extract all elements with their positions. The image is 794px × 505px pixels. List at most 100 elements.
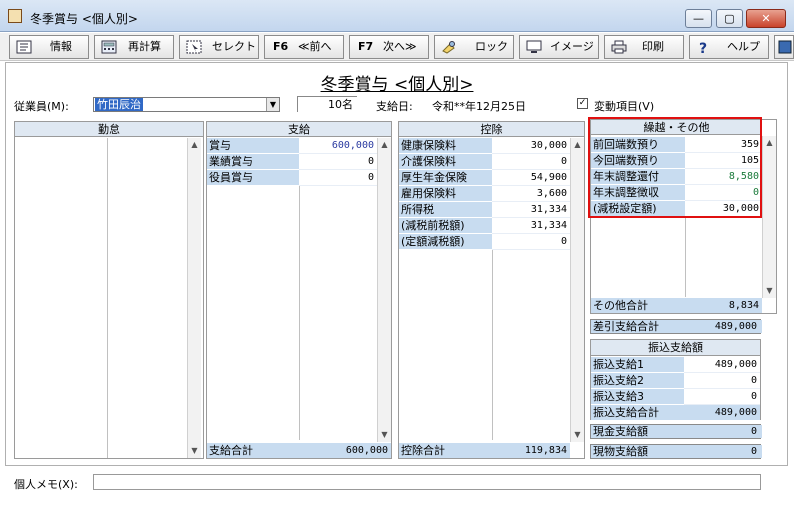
highlight-box — [588, 117, 762, 218]
app-icon — [8, 9, 22, 23]
scroll-down-icon[interactable]: ▼ — [378, 428, 391, 442]
employee-value: 竹田辰治 — [95, 98, 143, 111]
lock-icon — [442, 41, 455, 54]
transfer-row[interactable]: 振込支給3 0 — [591, 389, 760, 405]
carryover-scrollbar[interactable]: ▲ ▼ — [762, 136, 776, 298]
page-title: 冬季賞与 <個人別> — [320, 75, 474, 95]
help-button[interactable]: ? ヘルプ — [689, 35, 769, 59]
deduction-row[interactable]: (定額減税額) 0 — [399, 234, 570, 250]
select-button[interactable]: セレクト — [179, 35, 259, 59]
close-button[interactable]: ✕ — [746, 9, 786, 28]
attendance-header: 勤怠 — [15, 122, 203, 137]
pay-panel: 支給 賞与 600,000 業績賞与 0 役員賞与 0 ▲ ▼ 支給合計 600… — [206, 121, 392, 459]
pay-total-label: 支給合計 — [209, 444, 253, 457]
deduction-row[interactable]: 介護保険料 0 — [399, 154, 570, 170]
payday-label: 支給日: — [376, 100, 413, 113]
other-total-label: その他合計 — [593, 299, 648, 312]
transfer-total-row: 振込支給合計 489,000 — [591, 405, 760, 421]
cash-value: 0 — [750, 426, 757, 437]
help-icon: ? — [699, 41, 707, 54]
monitor-icon — [526, 40, 542, 53]
payday-value: 令和**年12月25日 — [432, 100, 526, 113]
next-label: 次へ≫ — [383, 40, 417, 53]
deduction-row[interactable]: (減税前税額) 31,334 — [399, 218, 570, 234]
window-title: 冬季賞与 <個人別> — [30, 12, 138, 26]
minimize-button[interactable]: — — [685, 9, 712, 28]
scroll-down-icon[interactable]: ▼ — [188, 444, 201, 458]
image-button[interactable]: イメージ — [519, 35, 599, 59]
scroll-down-icon[interactable]: ▼ — [571, 428, 584, 442]
goods-value: 0 — [750, 446, 757, 457]
net-total-value: 489,000 — [714, 321, 757, 332]
info-label: 情報 — [50, 40, 72, 53]
goods-label: 現物支給額 — [591, 445, 762, 458]
info-button[interactable]: 情報 — [9, 35, 89, 59]
memo-label: 個人メモ(X): — [14, 478, 78, 491]
employee-select[interactable]: 竹田辰治 ▼ — [93, 97, 280, 112]
deduction-row[interactable]: 厚生年金保険 54,900 — [399, 170, 570, 186]
pay-row[interactable]: 役員賞与 0 — [207, 170, 377, 186]
pay-total-row: 支給合計 600,000 — [207, 443, 391, 458]
pay-row[interactable]: 業績賞与 0 — [207, 154, 377, 170]
svg-text:?: ? — [699, 41, 707, 54]
f7-key: F7 — [358, 40, 374, 53]
variable-label: 変動項目(V) — [594, 100, 655, 113]
f6-key: F6 — [273, 40, 289, 53]
scroll-up-icon[interactable]: ▲ — [188, 138, 201, 152]
transfer-panel: 振込支給額 振込支給1 489,000 振込支給2 0 振込支給3 0 振込支給… — [590, 339, 761, 421]
pay-total-value: 600,000 — [345, 445, 388, 456]
employee-label: 従業員(M): — [14, 100, 69, 113]
recalc-label: 再計算 — [128, 40, 161, 53]
info-icon — [16, 40, 32, 54]
employee-count: 10名 — [297, 96, 357, 112]
other-total-value: 8,834 — [728, 300, 759, 311]
next-button[interactable]: F7 次へ≫ — [349, 35, 429, 59]
deduction-panel: 控除 健康保険料 30,000 介護保険料 0 厚生年金保険 54,900 雇用… — [398, 121, 585, 459]
deduction-header: 控除 — [399, 122, 584, 137]
transfer-header: 振込支給額 — [591, 340, 760, 356]
deduction-total-value: 119,834 — [524, 445, 567, 456]
recalc-button[interactable]: 再計算 — [94, 35, 174, 59]
print-label: 印刷 — [642, 40, 664, 53]
other-total-row: その他合計 8,834 — [591, 298, 762, 313]
cash-label: 現金支給額 — [591, 425, 762, 438]
deduction-row[interactable]: 所得税 31,334 — [399, 202, 570, 218]
transfer-row[interactable]: 振込支給2 0 — [591, 373, 760, 389]
memo-input[interactable] — [93, 474, 761, 490]
variable-checkbox[interactable]: ✓ — [577, 98, 588, 109]
lock-label: ロック — [475, 40, 508, 53]
toolbar: 情報 再計算 セレクト F6 ≪前へ F7 次へ≫ ロック イメージ 印刷 ? … — [0, 33, 794, 61]
deduction-row[interactable]: 健康保険料 30,000 — [399, 138, 570, 154]
deduction-scrollbar[interactable]: ▲ ▼ — [570, 138, 584, 442]
prev-label: ≪前へ — [298, 40, 332, 53]
extra-toolbar-button[interactable] — [774, 35, 794, 59]
maximize-button[interactable]: ▢ — [716, 9, 743, 28]
scroll-up-icon[interactable]: ▲ — [571, 138, 584, 152]
pay-scrollbar[interactable]: ▲ ▼ — [377, 138, 391, 442]
attendance-panel: 勤怠 ▲ ▼ — [14, 121, 204, 459]
prev-button[interactable]: F6 ≪前へ — [264, 35, 344, 59]
select-icon — [186, 40, 202, 54]
chevron-down-icon[interactable]: ▼ — [266, 98, 279, 111]
deduction-row[interactable]: 雇用保険料 3,600 — [399, 186, 570, 202]
deduction-total-row: 控除合計 119,834 — [399, 443, 570, 458]
attendance-scrollbar[interactable]: ▲ ▼ — [187, 138, 201, 458]
title-bar: 冬季賞与 <個人別> — ▢ ✕ — [0, 0, 794, 32]
scroll-up-icon[interactable]: ▲ — [378, 138, 391, 152]
image-label: イメージ — [550, 40, 594, 53]
select-label: セレクト — [212, 40, 256, 53]
transfer-row[interactable]: 振込支給1 489,000 — [591, 357, 760, 373]
book-icon — [778, 40, 792, 54]
cash-box: 現金支給額 0 — [590, 424, 762, 439]
print-button[interactable]: 印刷 — [604, 35, 684, 59]
help-label: ヘルプ — [727, 40, 760, 53]
lock-button[interactable]: ロック — [434, 35, 514, 59]
net-total-box: 差引支給合計 489,000 — [590, 319, 762, 334]
printer-icon — [611, 40, 627, 54]
scroll-up-icon[interactable]: ▲ — [763, 136, 776, 150]
deduction-total-label: 控除合計 — [401, 444, 445, 457]
pay-row[interactable]: 賞与 600,000 — [207, 138, 377, 154]
pay-header: 支給 — [207, 122, 391, 137]
goods-box: 現物支給額 0 — [590, 444, 762, 459]
scroll-down-icon[interactable]: ▼ — [763, 284, 776, 298]
